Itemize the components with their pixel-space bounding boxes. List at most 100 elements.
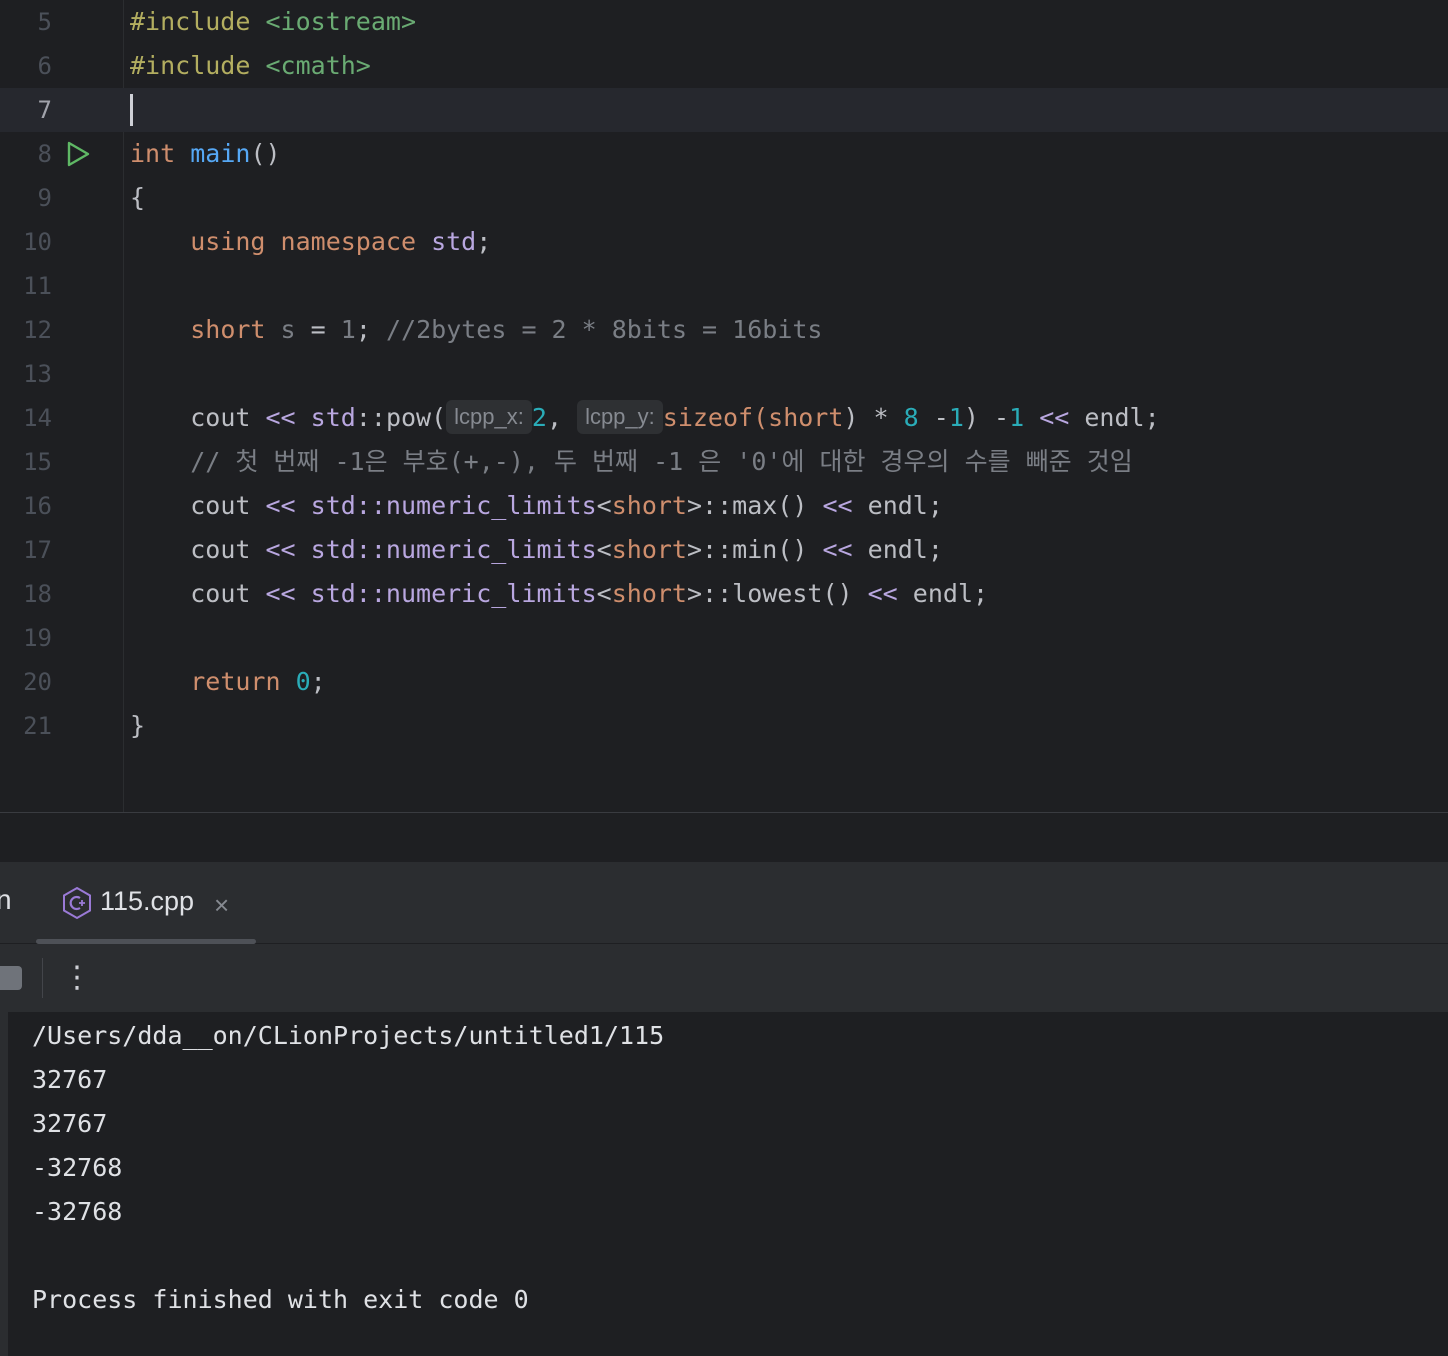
keyword: namespace xyxy=(280,227,417,256)
code-line: 17 cout << std::numeric_limits<short>::m… xyxy=(0,528,1448,572)
line-number: 6 xyxy=(37,52,52,80)
function-call: >::min() xyxy=(686,535,808,564)
close-icon[interactable]: × xyxy=(214,890,229,921)
code-line: 20 return 0; xyxy=(0,660,1448,704)
toolbar-separator xyxy=(42,958,43,998)
punctuation: , xyxy=(546,403,562,432)
parameter-hint: lcpp_x: xyxy=(446,400,532,434)
code-text[interactable]: cout << std::pow(lcpp_x: 2, lcpp_y: sizeof… xyxy=(130,396,1160,440)
line-number: 15 xyxy=(23,448,52,476)
punctuation: ; xyxy=(355,315,371,344)
operator: << xyxy=(822,535,853,564)
namespace-name: std::numeric_limits xyxy=(310,579,597,608)
number-literal: 8 xyxy=(903,403,919,432)
type-keyword: short xyxy=(611,491,687,520)
keyword: sizeof xyxy=(662,403,754,432)
line-number: 19 xyxy=(23,624,52,652)
code-text[interactable]: cout << std::numeric_limits<short>::lowe… xyxy=(130,572,988,616)
code-text[interactable]: #include <iostream> xyxy=(130,0,416,44)
code-text[interactable]: { xyxy=(130,176,145,220)
type-keyword: short xyxy=(768,403,844,432)
punctuation: ) xyxy=(963,403,979,432)
code-text[interactable]: #include <cmath> xyxy=(130,44,371,88)
code-line: 21 } xyxy=(0,704,1448,748)
namespace-name: std::numeric_limits xyxy=(310,535,597,564)
panel-splitter[interactable] xyxy=(0,812,1448,862)
punctuation: ( xyxy=(753,403,769,432)
line-number: 5 xyxy=(37,8,52,36)
run-gutter-icon[interactable] xyxy=(64,140,92,168)
console-line: 32767 xyxy=(32,1065,108,1094)
code-text[interactable]: return 0; xyxy=(130,660,326,704)
code-text[interactable]: cout << std::numeric_limits<short>::max(… xyxy=(130,484,943,528)
number-literal: 0 xyxy=(295,667,311,696)
include-header: <cmath> xyxy=(265,51,371,80)
identifier: cout xyxy=(190,403,251,432)
identifier: cout xyxy=(190,491,251,520)
previous-tab-fragment[interactable]: n xyxy=(0,884,12,916)
identifier: endl; xyxy=(867,535,943,564)
number-literal: 2 xyxy=(531,403,547,432)
console-line: 32767 xyxy=(32,1109,108,1138)
stop-icon[interactable] xyxy=(0,966,22,990)
code-line: 16 cout << std::numeric_limits<short>::m… xyxy=(0,484,1448,528)
code-editor[interactable]: 5 #include <iostream> 6 #include <cmath>… xyxy=(0,0,1448,812)
operator: << xyxy=(867,579,898,608)
line-number: 21 xyxy=(23,712,52,740)
run-toolbar: ⋮ xyxy=(0,944,1448,1012)
code-line: 12 short s = 1; //2bytes = 2 * 8bits = 1… xyxy=(0,308,1448,352)
punctuation: < xyxy=(596,579,612,608)
punctuation: < xyxy=(596,491,612,520)
include-header: <iostream> xyxy=(265,7,416,36)
operator: << xyxy=(822,491,853,520)
code-line: 9 { xyxy=(0,176,1448,220)
code-text[interactable]: cout << std::numeric_limits<short>::min(… xyxy=(130,528,943,572)
punctuation: { xyxy=(130,183,146,212)
punctuation: < xyxy=(596,535,612,564)
line-number: 7 xyxy=(37,96,52,124)
code-line: 14 cout << std::pow(lcpp_x: 2, lcpp_y: siz… xyxy=(0,396,1448,440)
type-keyword: short xyxy=(611,579,687,608)
line-number: 13 xyxy=(23,360,52,388)
identifier: endl; xyxy=(867,491,943,520)
operator: :: xyxy=(355,403,386,432)
code-line: 13 xyxy=(0,352,1448,396)
code-text[interactable]: short s = 1; //2bytes = 2 * 8bits = 16bi… xyxy=(130,308,822,352)
line-number: 16 xyxy=(23,492,52,520)
code-line: 15 // 첫 번째 -1은 부호(+,-), 두 번째 -1 은 '0'에 대… xyxy=(0,440,1448,484)
console-line: /Users/dda__on/CLionProjects/untitled1/1… xyxy=(32,1021,665,1050)
line-number: 17 xyxy=(23,536,52,564)
code-text[interactable]: int main() xyxy=(130,132,281,176)
preprocessor-directive: #include xyxy=(130,51,251,80)
code-text[interactable]: // 첫 번째 -1은 부호(+,-), 두 번째 -1 은 '0'에 대한 경… xyxy=(130,440,1133,484)
tab-115-cpp[interactable]: 115.cpp × xyxy=(36,862,256,944)
type-keyword: short xyxy=(190,315,266,344)
tab-label: 115.cpp xyxy=(100,886,195,916)
text-caret xyxy=(130,94,133,126)
number-literal: 1 xyxy=(340,315,356,344)
console-output[interactable]: /Users/dda__on/CLionProjects/untitled1/1… xyxy=(0,1012,1448,1356)
code-text[interactable]: } xyxy=(130,704,145,748)
more-options-icon[interactable]: ⋮ xyxy=(62,956,92,1000)
run-tab-bar: n 115.cpp × xyxy=(0,862,1448,944)
code-line: 8 int main() xyxy=(0,132,1448,176)
number-literal: 1 xyxy=(948,403,964,432)
type-keyword: int xyxy=(130,139,176,168)
operator: ) * xyxy=(843,403,889,432)
code-text[interactable]: using namespace std; xyxy=(130,220,491,264)
line-number: 11 xyxy=(23,272,52,300)
keyword: return xyxy=(190,667,281,696)
operator: - xyxy=(994,403,1010,432)
preprocessor-directive: #include xyxy=(130,7,251,36)
parameter-hint: lcpp_y: xyxy=(577,400,663,434)
identifier: endl; xyxy=(912,579,989,608)
identifier: endl; xyxy=(1084,403,1160,432)
code-line: 19 xyxy=(0,616,1448,660)
punctuation: () xyxy=(250,139,281,168)
comment: //2bytes = 2 * 8bits = 16bits xyxy=(385,315,823,344)
number-literal: 1 xyxy=(1009,403,1025,432)
line-number: 12 xyxy=(23,316,52,344)
namespace-name: std xyxy=(431,227,477,256)
console-line: -32768 xyxy=(32,1153,123,1182)
function-call: pow( xyxy=(385,403,447,432)
